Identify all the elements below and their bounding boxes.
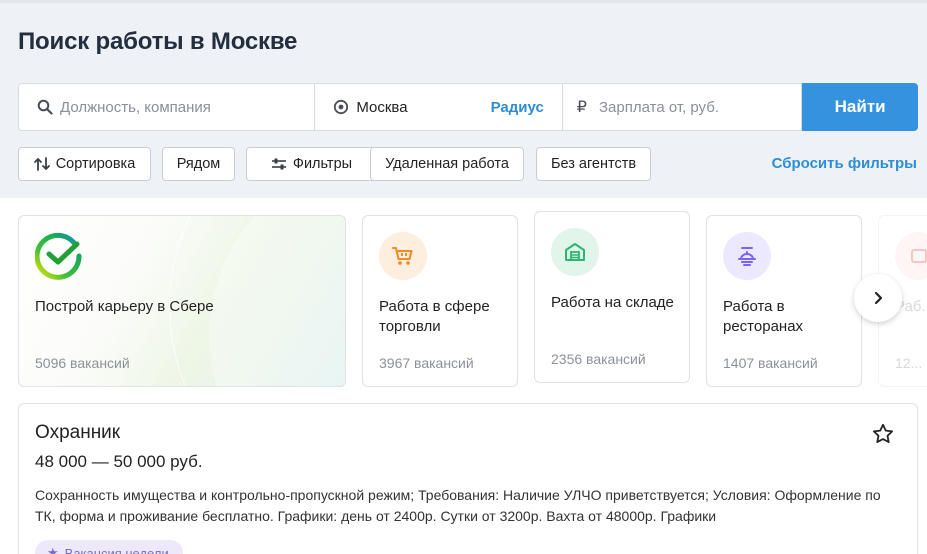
chevron-right-icon <box>874 291 883 305</box>
remote-chip[interactable]: Удаленная работа <box>370 147 524 181</box>
page-title: Поиск работы в Москве <box>18 28 298 55</box>
category-title: Работа в ресторанах <box>723 298 804 335</box>
vacancy-card: Охранник 48 000 — 50 000 руб. Сохранност… <box>18 403 918 554</box>
find-button[interactable]: Найти <box>802 83 918 131</box>
category-count: 3967 вакансий <box>379 355 474 371</box>
warehouse-icon <box>551 228 599 276</box>
no-agencies-chip-label: Без агентств <box>550 156 637 172</box>
salary-input[interactable] <box>598 84 802 130</box>
remote-chip-label: Удаленная работа <box>385 156 509 172</box>
category-title: Построй карьеру в Сбере <box>35 298 214 315</box>
category-count: 5096 вакансий <box>35 355 130 371</box>
reset-filters-link[interactable]: Сбросить фильтры <box>772 155 917 172</box>
sort-icon <box>33 157 50 171</box>
vacancy-description: Сохранность имущества и контрольно-пропу… <box>35 487 881 524</box>
filters-icon <box>271 158 286 170</box>
category-title: Работа на складе <box>551 294 674 311</box>
search-icon <box>36 98 54 116</box>
vacancy-salary: 48 000 — 50 000 руб. <box>35 452 203 471</box>
category-title: Работа в сфере торговли <box>379 298 490 335</box>
vacancy-badge: ★ Вакансия недели <box>35 540 183 554</box>
city-field[interactable]: Радиус <box>315 83 563 131</box>
cart-icon <box>379 232 427 280</box>
nearby-chip-label: Рядом <box>176 156 221 172</box>
category-count: 2356 вакансий <box>551 351 646 367</box>
search-bar: Радиус ₽ Найти <box>18 83 918 131</box>
location-pin-icon <box>332 98 350 116</box>
category-card-trade[interactable]: Работа в сфере торговли 3967 вакансий <box>362 215 518 387</box>
category-card-restaurants[interactable]: Работа в ресторанах 1407 вакансий <box>706 215 862 387</box>
category-card-warehouse[interactable]: Работа на складе 2356 вакансий <box>534 211 690 383</box>
vacancy-title[interactable]: Охранник <box>35 422 120 444</box>
category-count: 12... <box>895 355 923 371</box>
filters-chip-label: Фильтры <box>292 156 353 172</box>
dish-icon <box>723 232 771 280</box>
salary-field[interactable]: ₽ <box>562 83 803 131</box>
category-count: 1407 вакансий <box>723 355 818 371</box>
sort-chip[interactable]: Сортировка <box>18 147 151 181</box>
query-field[interactable] <box>18 83 316 131</box>
carousel-next-button[interactable] <box>854 274 902 322</box>
vacancy-badge-label: Вакансия недели <box>64 545 169 554</box>
badge-star-icon: ★ <box>47 545 59 554</box>
top-divider <box>0 0 927 3</box>
star-icon <box>873 423 893 443</box>
no-agencies-chip[interactable]: Без агентств <box>536 147 651 181</box>
favorite-button[interactable] <box>871 422 895 446</box>
query-input[interactable] <box>60 84 315 130</box>
radius-link[interactable]: Радиус <box>491 99 544 116</box>
category-card-sber[interactable]: Построй карьеру в Сбере 5096 вакансий <box>18 215 346 387</box>
ruble-icon: ₽ <box>576 99 587 116</box>
sort-chip-label: Сортировка <box>55 156 136 172</box>
nearby-chip[interactable]: Рядом <box>162 147 235 181</box>
filters-chip[interactable]: Фильтры <box>246 147 377 181</box>
sber-logo-icon <box>34 232 83 280</box>
category-icon <box>895 232 927 280</box>
